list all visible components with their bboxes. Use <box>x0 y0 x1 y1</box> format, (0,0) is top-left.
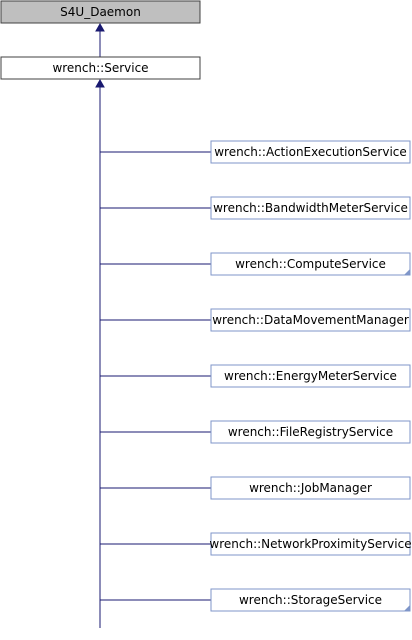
node-data-movement-manager-label: wrench::DataMovementManager <box>212 313 409 327</box>
node-action-execution-service[interactable]: wrench::ActionExecutionService <box>210 140 411 164</box>
node-wrench-service-label: wrench::Service <box>52 61 148 75</box>
node-energy-meter-service[interactable]: wrench::EnergyMeterService <box>210 364 411 388</box>
node-s4u-daemon[interactable]: S4U_Daemon <box>0 0 201 24</box>
node-action-execution-service-label: wrench::ActionExecutionService <box>214 145 407 159</box>
node-data-movement-manager[interactable]: wrench::DataMovementManager <box>210 308 411 332</box>
node-compute-service-label: wrench::ComputeService <box>235 257 386 271</box>
node-bandwidth-meter-service-label: wrench::BandwidthMeterService <box>213 201 408 215</box>
inheritance-diagram: S4U_Daemon wrench::Service wrench::Actio… <box>0 0 412 628</box>
node-bandwidth-meter-service[interactable]: wrench::BandwidthMeterService <box>210 196 411 220</box>
edge-arrowhead-daemon <box>95 22 105 32</box>
node-network-proximity-service[interactable]: wrench::NetworkProximityService <box>209 532 412 556</box>
edge-arrowhead-service <box>95 78 105 88</box>
node-file-registry-service-label: wrench::FileRegistryService <box>228 425 393 439</box>
derived-classes: wrench::ActionExecutionServicewrench::Ba… <box>100 140 412 612</box>
node-compute-service[interactable]: wrench::ComputeService <box>210 252 411 276</box>
node-job-manager[interactable]: wrench::JobManager <box>210 476 411 500</box>
node-file-registry-service[interactable]: wrench::FileRegistryService <box>210 420 411 444</box>
node-storage-service-label: wrench::StorageService <box>239 593 382 607</box>
node-wrench-service[interactable]: wrench::Service <box>0 56 201 80</box>
node-network-proximity-service-label: wrench::NetworkProximityService <box>209 537 411 551</box>
node-s4u-daemon-label: S4U_Daemon <box>60 5 141 19</box>
node-job-manager-label: wrench::JobManager <box>249 481 372 495</box>
node-energy-meter-service-label: wrench::EnergyMeterService <box>224 369 397 383</box>
node-storage-service[interactable]: wrench::StorageService <box>210 588 411 612</box>
